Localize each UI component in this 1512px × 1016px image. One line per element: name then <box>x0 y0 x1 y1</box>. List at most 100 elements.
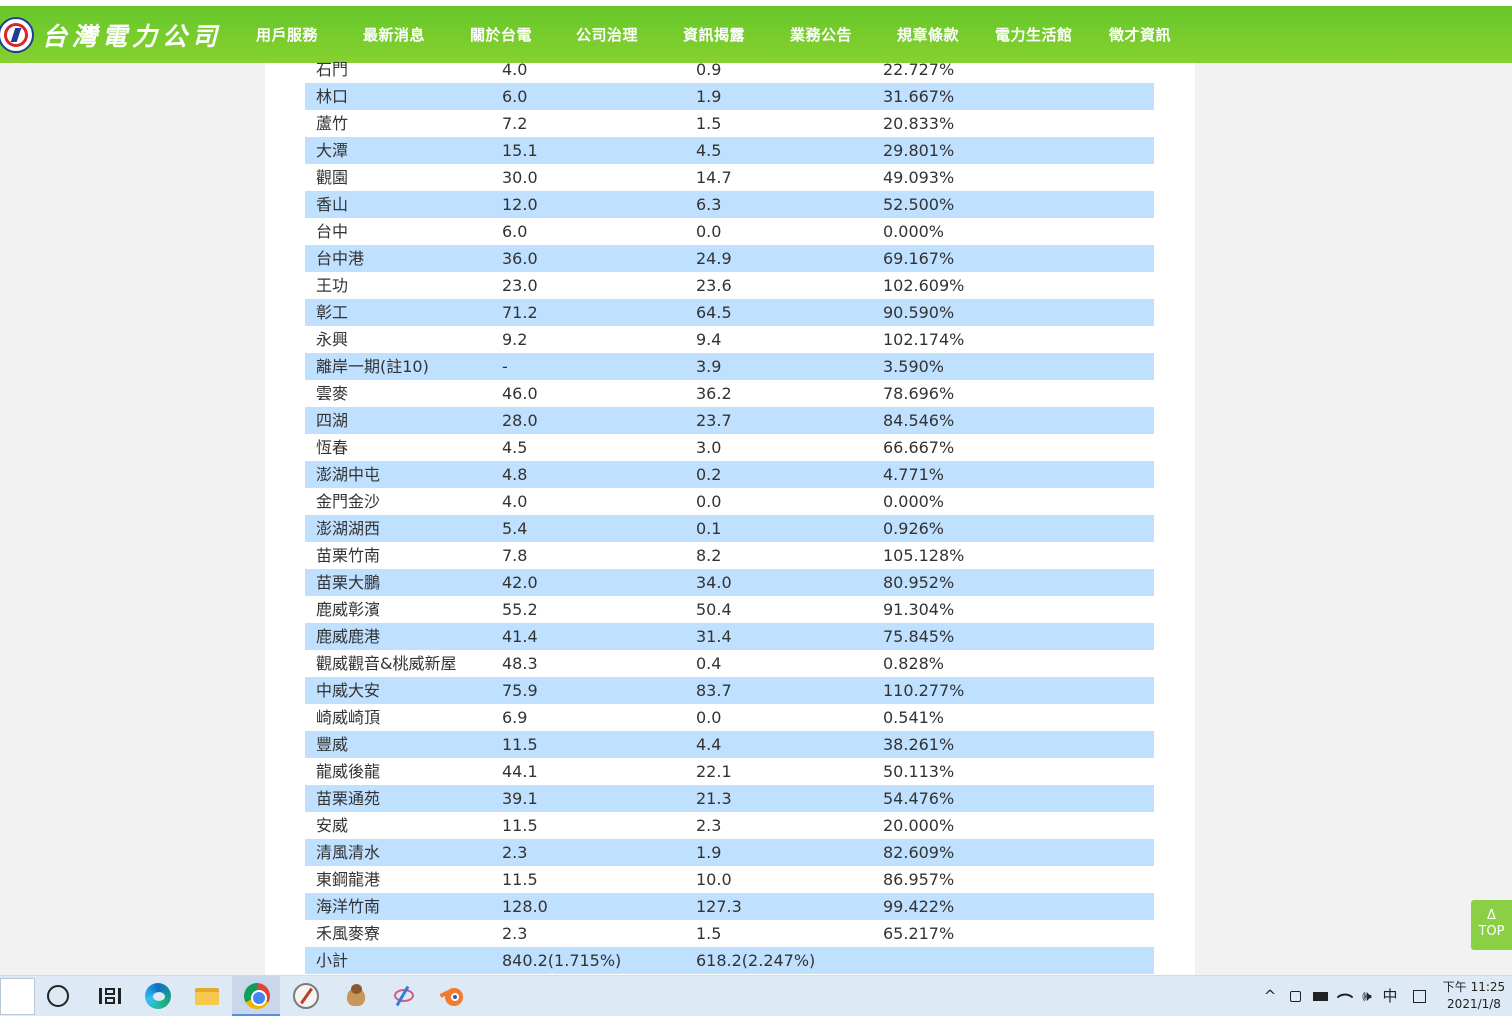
ratio-value: 110.277% <box>883 681 965 700</box>
back-to-top-label: TOP <box>1478 924 1505 939</box>
ink-app-icon[interactable] <box>391 983 417 1009</box>
nav-governance[interactable]: 公司治理 <box>576 24 638 45</box>
nav-regulations[interactable]: 規章條款 <box>897 24 959 45</box>
capacity-value: 11.5 <box>502 870 538 889</box>
capacity-value: 39.1 <box>502 789 538 808</box>
ime-mode-icon[interactable] <box>1410 976 1428 1016</box>
wind-power-table: 石門 4.0 0.9 22.727% 林口 6.0 1.9 31.667% 蘆竹 7.2 1.5 20… <box>305 56 1154 974</box>
table-row: 澎湖中屯 4.8 0.2 4.771% <box>305 461 1154 488</box>
capacity-value: 44.1 <box>502 762 538 781</box>
table-row: 小計 840.2(1.715%) 618.2(2.247%) <box>305 947 1154 974</box>
station-name: 大潭 <box>316 141 349 160</box>
generation-value: 23.6 <box>696 276 732 295</box>
table-row: 豐威 11.5 4.4 38.261% <box>305 731 1154 758</box>
battery-icon[interactable] <box>1311 976 1329 1016</box>
ratio-value: 99.422% <box>883 897 955 916</box>
taskbar-clock[interactable]: 下午 11:25 2021/1/8 <box>1436 979 1512 1013</box>
ratio-value: 22.727% <box>883 60 955 79</box>
capacity-value: 15.1 <box>502 141 538 160</box>
cortana-icon[interactable] <box>47 985 69 1007</box>
ratio-value: 66.667% <box>883 438 955 457</box>
generation-value: 0.0 <box>696 492 722 511</box>
generation-value: 0.1 <box>696 519 722 538</box>
compass-app-icon[interactable] <box>293 983 319 1009</box>
nav-power-life[interactable]: 電力生活館 <box>995 24 1073 45</box>
task-view-icon[interactable] <box>96 983 122 1009</box>
generation-value: 64.5 <box>696 303 732 322</box>
station-name: 雲麥 <box>316 384 349 403</box>
file-explorer-icon[interactable] <box>194 983 220 1009</box>
capacity-value: 6.0 <box>502 222 528 241</box>
station-name: 永興 <box>316 330 349 349</box>
tray-chevron-icon[interactable]: ^ <box>1262 976 1278 1016</box>
table-row: 彰工 71.2 64.5 90.590% <box>305 299 1154 326</box>
capacity-value: 2.3 <box>502 924 528 943</box>
station-name: 海洋竹南 <box>316 897 381 916</box>
wifi-icon[interactable] <box>1336 976 1354 1016</box>
capacity-value: 6.9 <box>502 708 528 727</box>
bird-app-icon[interactable] <box>343 983 369 1009</box>
station-name: 禾風麥寮 <box>316 924 381 943</box>
capacity-value: 840.2(1.715%) <box>502 951 622 970</box>
nav-about[interactable]: 關於台電 <box>470 24 532 45</box>
capacity-value: 23.0 <box>502 276 538 295</box>
ratio-value: 0.541% <box>883 708 945 727</box>
back-to-top-button[interactable]: Δ TOP <box>1471 900 1512 950</box>
ratio-value: 3.590% <box>883 357 945 376</box>
table-row: 觀園 30.0 14.7 49.093% <box>305 164 1154 191</box>
table-row: 鹿威彰濱 55.2 50.4 91.304% <box>305 596 1154 623</box>
station-name: 小計 <box>316 951 349 970</box>
station-name: 清風清水 <box>316 843 381 862</box>
capacity-value: 5.4 <box>502 519 528 538</box>
volume-icon[interactable]: 🕪 <box>1358 976 1376 1016</box>
ratio-value: 86.957% <box>883 870 955 889</box>
generation-value: 50.4 <box>696 600 732 619</box>
ratio-value: 52.500% <box>883 195 955 214</box>
station-name: 鹿威鹿港 <box>316 627 381 646</box>
taipower-emblem-icon <box>0 17 34 53</box>
capacity-value: - <box>502 357 508 376</box>
generation-value: 0.4 <box>696 654 722 673</box>
generation-value: 22.1 <box>696 762 732 781</box>
site-logo[interactable]: 台灣電力公司 <box>0 14 222 56</box>
ratio-value: 20.000% <box>883 816 955 835</box>
ratio-value: 0.000% <box>883 492 945 511</box>
windows-taskbar: ^ 🕪 中 下午 11:25 2021/1/8 <box>0 975 1512 1016</box>
meet-now-icon[interactable] <box>1288 976 1302 1016</box>
table-row: 清風清水 2.3 1.9 82.609% <box>305 839 1154 866</box>
table-row: 崎威崎頂 6.9 0.0 0.541% <box>305 704 1154 731</box>
capacity-value: 2.3 <box>502 843 528 862</box>
table-row: 鹿威鹿港 41.4 31.4 75.845% <box>305 623 1154 650</box>
generation-value: 0.2 <box>696 465 722 484</box>
ratio-value: 78.696% <box>883 384 955 403</box>
nav-disclosure[interactable]: 資訊揭露 <box>683 24 745 45</box>
edge-icon[interactable] <box>145 983 171 1009</box>
table-row: 永興 9.2 9.4 102.174% <box>305 326 1154 353</box>
table-row: 海洋竹南 128.0 127.3 99.422% <box>305 893 1154 920</box>
nav-careers[interactable]: 徵才資訊 <box>1109 24 1171 45</box>
table-row: 東鋼龍港 11.5 10.0 86.957% <box>305 866 1154 893</box>
ime-indicator[interactable]: 中 <box>1382 976 1398 1016</box>
capacity-value: 7.8 <box>502 546 528 565</box>
capacity-value: 4.0 <box>502 60 528 79</box>
blender-icon[interactable] <box>439 983 466 1009</box>
ratio-value: 102.174% <box>883 330 965 349</box>
generation-value: 127.3 <box>696 897 742 916</box>
generation-value: 1.5 <box>696 924 722 943</box>
nav-announcements[interactable]: 業務公告 <box>790 24 852 45</box>
generation-value: 1.5 <box>696 114 722 133</box>
ratio-value: 31.667% <box>883 87 955 106</box>
generation-value: 3.0 <box>696 438 722 457</box>
generation-value: 0.0 <box>696 222 722 241</box>
chrome-icon[interactable] <box>244 983 270 1009</box>
station-name: 豐威 <box>316 735 349 754</box>
generation-value: 9.4 <box>696 330 722 349</box>
station-name: 四湖 <box>316 411 349 430</box>
ratio-value: 4.771% <box>883 465 945 484</box>
taskbar-search-box[interactable] <box>0 978 35 1015</box>
clock-time: 下午 11:25 <box>1442 980 1506 994</box>
generation-value: 83.7 <box>696 681 732 700</box>
nav-latest-news[interactable]: 最新消息 <box>363 24 425 45</box>
nav-user-services[interactable]: 用戶服務 <box>256 24 318 45</box>
table-row: 安威 11.5 2.3 20.000% <box>305 812 1154 839</box>
